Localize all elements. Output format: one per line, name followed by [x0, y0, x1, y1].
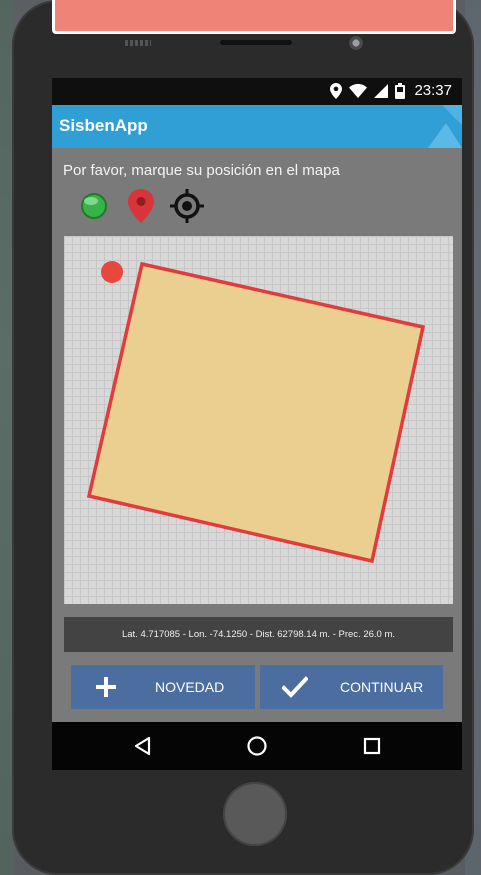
continuar-button[interactable]: CONTINUAR: [260, 665, 443, 709]
top-banner: [52, 0, 456, 34]
phone-frame: 23:37 SisbenApp Por favor, marque su pos…: [12, 0, 474, 875]
gps-status-icon[interactable]: [77, 189, 111, 223]
battery-icon: [395, 82, 406, 99]
earpiece-speaker: [220, 40, 292, 45]
recent-apps-icon[interactable]: [361, 735, 383, 757]
map-view[interactable]: [64, 236, 453, 604]
status-bar: 23:37: [52, 78, 462, 105]
app-screen: 23:37 SisbenApp Por favor, marque su pos…: [52, 78, 462, 770]
signal-icon: [374, 83, 389, 98]
novedad-label: NOVEDAD: [155, 679, 225, 695]
map-marker-icon[interactable]: [124, 189, 158, 223]
front-camera: [349, 36, 363, 50]
status-time: 23:37: [414, 82, 452, 99]
position-dot: [101, 261, 123, 283]
property-polygon[interactable]: [86, 261, 426, 564]
check-icon: [282, 674, 308, 700]
novedad-button[interactable]: NOVEDAD: [71, 665, 255, 709]
sensor-dots: [125, 40, 151, 46]
my-location-icon[interactable]: [170, 189, 204, 223]
coordinates-readout: Lat. 4.717085 - Lon. -74.1250 - Dist. 62…: [64, 617, 453, 652]
location-icon: [330, 82, 343, 99]
wifi-icon: [349, 83, 368, 98]
continuar-label: CONTINUAR: [340, 679, 424, 695]
appbar-decoration: [428, 105, 462, 148]
home-icon[interactable]: [246, 735, 268, 757]
map-instruction: Por favor, marque su posición en el mapa: [63, 162, 340, 179]
hardware-home-button[interactable]: [223, 782, 287, 846]
app-title: SisbenApp: [59, 116, 148, 135]
plus-icon: [93, 674, 119, 700]
android-nav-bar: [52, 722, 462, 770]
back-icon[interactable]: [132, 735, 154, 757]
app-bar: SisbenApp: [52, 105, 462, 148]
